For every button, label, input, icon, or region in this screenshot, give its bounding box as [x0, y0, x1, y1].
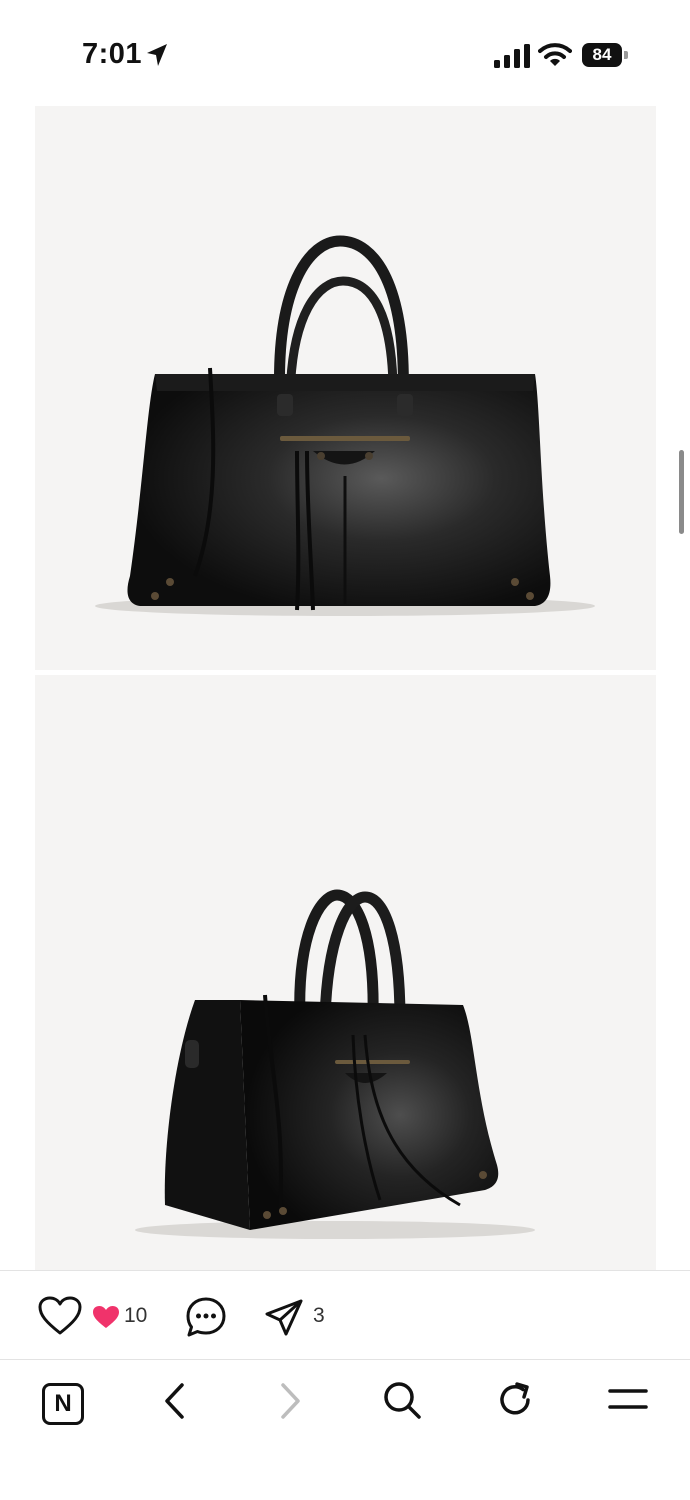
search-icon[interactable] — [382, 1380, 422, 1420]
location-arrow-icon — [147, 44, 167, 66]
heart-outline-icon[interactable] — [38, 1296, 82, 1336]
app-logo-button[interactable]: N — [42, 1383, 84, 1425]
scroll-indicator[interactable] — [679, 450, 684, 534]
action-bar: 10 3 — [0, 1270, 690, 1360]
menu-icon[interactable] — [608, 1387, 648, 1413]
battery-icon: 84 — [582, 43, 630, 67]
battery-level: 84 — [582, 43, 622, 67]
send-icon[interactable] — [264, 1298, 304, 1338]
status-bar: 7:01 84 — [0, 0, 690, 106]
bag-front-illustration — [95, 235, 595, 616]
like-count: 10 — [124, 1304, 148, 1327]
signal-icon — [494, 44, 530, 68]
status-time: 7:01 — [82, 38, 143, 70]
comment-icon[interactable] — [185, 1296, 227, 1338]
product-photo-front[interactable] — [35, 106, 656, 670]
product-photo-angle[interactable] — [35, 675, 656, 1270]
bottom-nav — [0, 1360, 690, 1500]
bag-angle-illustration — [135, 889, 535, 1239]
wifi-icon — [538, 43, 572, 66]
heart-filled-icon — [93, 1306, 119, 1328]
back-chevron-icon[interactable] — [160, 1382, 190, 1420]
refresh-icon[interactable] — [495, 1380, 535, 1420]
forward-chevron-icon[interactable] — [275, 1382, 305, 1420]
share-count: 3 — [313, 1304, 325, 1327]
